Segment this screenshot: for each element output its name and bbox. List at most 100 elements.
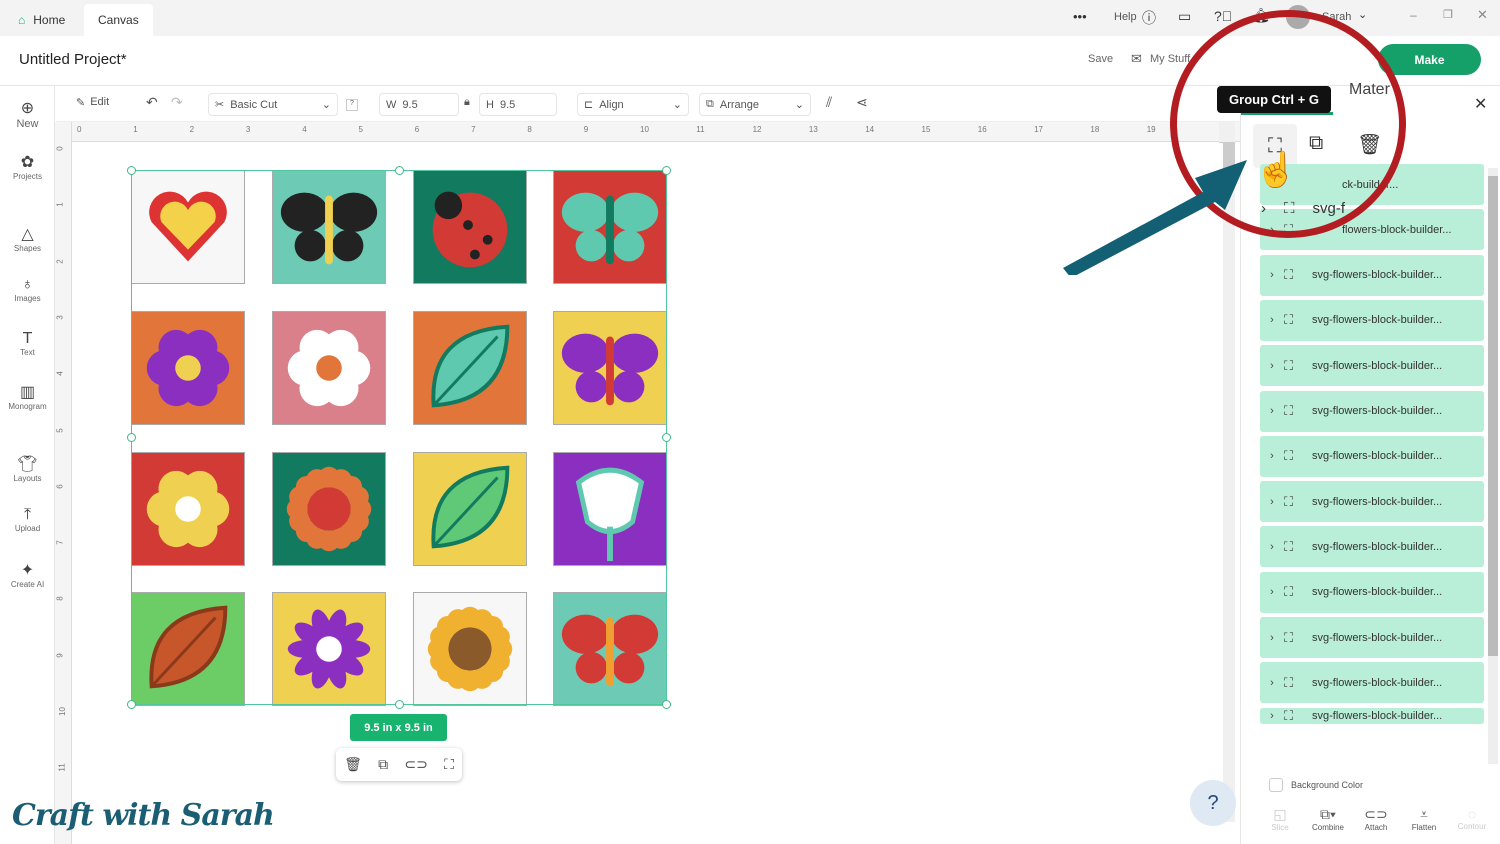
expand-chevron-icon[interactable]: › bbox=[1260, 450, 1284, 462]
my-stuff-button[interactable]: My Stuff bbox=[1150, 53, 1190, 65]
resize-handle[interactable] bbox=[662, 166, 671, 175]
resize-handle[interactable] bbox=[127, 700, 136, 709]
expand-chevron-icon[interactable]: › bbox=[1260, 496, 1284, 508]
align-dropdown[interactable]: ⊏ Align ⌄ bbox=[577, 93, 689, 116]
make-button[interactable]: Make bbox=[1378, 44, 1481, 75]
redo-icon[interactable]: ↷ bbox=[171, 94, 183, 111]
flip-vertical-icon[interactable]: ⋖ bbox=[856, 94, 868, 111]
attach-icon: ⊂⊃ bbox=[1364, 806, 1388, 822]
tool-combine[interactable]: ⧉▾ Combine bbox=[1306, 806, 1350, 844]
tool-projects[interactable]: ✿ Projects bbox=[0, 152, 55, 181]
tool-layouts[interactable]: 👕︎ Layouts bbox=[0, 454, 55, 483]
chevron-down-icon[interactable]: ⌄ bbox=[1358, 8, 1367, 21]
expand-chevron-icon[interactable]: › bbox=[1260, 632, 1284, 644]
operation-info-icon[interactable]: ? bbox=[346, 99, 358, 111]
ruler-tick-label: 19 bbox=[1146, 125, 1156, 134]
ruler-tick-label: 11 bbox=[696, 125, 705, 134]
layer-item[interactable]: › ⛶ svg-flowers-block-builder... bbox=[1260, 707, 1484, 724]
expand-chevron-icon[interactable]: › bbox=[1260, 586, 1284, 598]
selection-size-badge: 9.5 in x 9.5 in bbox=[350, 714, 447, 741]
expand-chevron-icon[interactable]: › bbox=[1260, 314, 1284, 326]
delete-icon[interactable]: 🗑︎ bbox=[344, 756, 362, 773]
tool-new[interactable]: ⊕ New bbox=[0, 98, 55, 130]
tool-label: Attach bbox=[1364, 823, 1388, 832]
watermark-logo: Craft with Sarah bbox=[12, 798, 275, 833]
machine-icon[interactable]: ▭ bbox=[1178, 8, 1191, 25]
restore-button[interactable]: ❐ bbox=[1443, 8, 1453, 21]
help-circle-icon[interactable]: ⓘ bbox=[1142, 8, 1156, 28]
ruler-tick-label: 12 bbox=[752, 125, 762, 134]
operation-select[interactable]: ✂ Basic Cut ⌄ bbox=[208, 93, 338, 116]
layer-item[interactable]: › ⛶ svg-flowers-block-builder... bbox=[1260, 390, 1484, 432]
duplicate-icon[interactable]: ⧉ bbox=[378, 756, 388, 773]
expand-chevron-icon[interactable]: › bbox=[1260, 677, 1284, 689]
ruler-tick-label: 4 bbox=[55, 371, 65, 376]
tool-monogram[interactable]: ▥ Monogram bbox=[0, 382, 55, 411]
tool-upload[interactable]: ⤒ Upload bbox=[0, 506, 55, 533]
chat-help-icon[interactable]: ?⃝ bbox=[1214, 8, 1232, 24]
help-button[interactable]: Help bbox=[1114, 11, 1137, 23]
background-color-checkbox[interactable] bbox=[1269, 778, 1283, 792]
resize-handle[interactable] bbox=[395, 166, 404, 175]
resize-handle[interactable] bbox=[662, 433, 671, 442]
scissors-icon: ✂ bbox=[215, 99, 225, 111]
layer-item[interactable]: › ⛶ svg-flowers-block-builder... bbox=[1260, 254, 1484, 296]
group-icon[interactable]: ⛶ bbox=[444, 756, 454, 773]
group-layer-icon: ⛶ bbox=[1284, 267, 1294, 283]
tab-canvas[interactable]: Canvas bbox=[84, 4, 153, 36]
expand-chevron-icon[interactable]: › bbox=[1260, 541, 1284, 553]
arrange-label: Arrange bbox=[719, 98, 759, 111]
ruler-tick-label: 2 bbox=[189, 125, 195, 134]
expand-chevron-icon[interactable]: › bbox=[1260, 360, 1284, 372]
expand-chevron-icon[interactable]: › bbox=[1260, 405, 1284, 417]
width-field[interactable]: W 9.5 bbox=[379, 93, 459, 116]
tool-images[interactable]: ♁ Images bbox=[0, 276, 55, 303]
tool-text[interactable]: T Text bbox=[0, 330, 55, 357]
layer-item[interactable]: › ⛶ svg-flowers-block-builder... bbox=[1260, 481, 1484, 523]
resize-handle[interactable] bbox=[127, 166, 136, 175]
save-button[interactable]: Save bbox=[1088, 53, 1113, 65]
selection-box[interactable] bbox=[127, 166, 671, 709]
more-menu-button[interactable]: ••• bbox=[1073, 9, 1087, 24]
layer-item[interactable]: › ⛶ svg-flowers-block-builder... bbox=[1260, 571, 1484, 613]
resize-handle[interactable] bbox=[662, 700, 671, 709]
layers-scrollbar[interactable] bbox=[1488, 168, 1498, 764]
lock-icon[interactable]: 🔒︎ bbox=[464, 96, 470, 109]
tab-home[interactable]: ⌂ Home bbox=[4, 4, 80, 36]
ruler-tick-label: 10 bbox=[640, 125, 649, 134]
close-window-button[interactable]: ✕ bbox=[1477, 7, 1488, 23]
expand-chevron-icon[interactable]: › bbox=[1260, 269, 1284, 281]
tool-flatten[interactable]: ⩡ Flatten bbox=[1402, 806, 1446, 844]
resize-handle[interactable] bbox=[127, 433, 136, 442]
layer-name: flowers-block-builder... bbox=[1342, 223, 1452, 236]
arrange-dropdown[interactable]: ⧉ Arrange ⌄ bbox=[699, 93, 811, 116]
undo-icon[interactable]: ↶ bbox=[146, 94, 158, 111]
layer-item[interactable]: › ⛶ svg-flowers-block-builder... bbox=[1260, 435, 1484, 477]
tool-contour[interactable]: ◌ Contour bbox=[1450, 806, 1494, 844]
minimize-button[interactable]: – bbox=[1410, 8, 1417, 22]
layer-item[interactable]: › ⛶ svg-flowers-block-builder... bbox=[1260, 299, 1484, 341]
layer-name: svg-flowers-block-builder... bbox=[1312, 450, 1443, 463]
ruler-tick-label: 13 bbox=[808, 125, 818, 134]
tool-label: Shapes bbox=[13, 244, 42, 253]
layer-item[interactable]: › ⛶ svg-flowers-block-builder... bbox=[1260, 662, 1484, 704]
close-panel-icon[interactable]: ✕ bbox=[1474, 94, 1487, 114]
tool-shapes[interactable]: △ Shapes bbox=[0, 224, 55, 253]
resize-handle[interactable] bbox=[395, 700, 404, 709]
help-float-button[interactable]: ? bbox=[1190, 780, 1236, 826]
project-title[interactable]: Untitled Project* bbox=[19, 51, 127, 68]
tab-home-label: Home bbox=[33, 13, 66, 27]
flip-horizontal-icon[interactable]: ⫽ bbox=[826, 94, 832, 111]
left-toolbar: ⊕ New ✿ Projects △ Shapes ♁ Images T Text ▥ Monogra… bbox=[0, 86, 55, 844]
height-field[interactable]: H 9.5 bbox=[479, 93, 557, 116]
layer-item[interactable]: › ⛶ svg-flowers-block-builder... bbox=[1260, 345, 1484, 387]
tool-slice[interactable]: ◱ Slice bbox=[1258, 806, 1302, 844]
tool-create-ai[interactable]: ✦ Create AI bbox=[0, 560, 55, 589]
layer-item[interactable]: › ⛶ svg-flowers-block-builder... bbox=[1260, 526, 1484, 568]
tool-label: Layouts bbox=[13, 474, 42, 483]
edit-button[interactable]: ✎ Edit bbox=[76, 96, 109, 109]
attach-icon[interactable]: ⊂⊃ bbox=[404, 756, 427, 773]
tool-attach[interactable]: ⊂⊃ Attach bbox=[1354, 806, 1398, 844]
layer-item[interactable]: › ⛶ svg-flowers-block-builder... bbox=[1260, 617, 1484, 658]
expand-chevron-icon[interactable]: › bbox=[1260, 710, 1284, 722]
